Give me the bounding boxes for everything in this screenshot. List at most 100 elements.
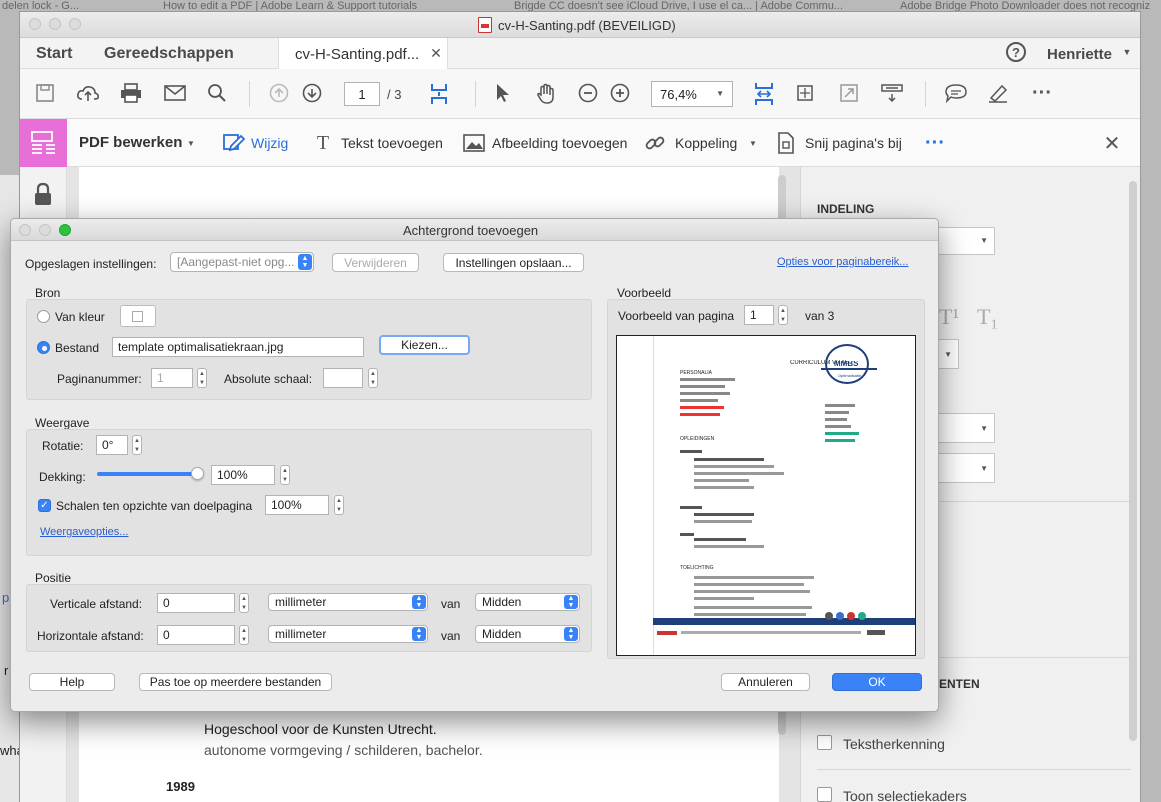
edit-button[interactable]: Wijzig bbox=[251, 135, 288, 151]
scale-relative-field[interactable]: 100% bbox=[265, 495, 329, 515]
horizontal-distance-stepper[interactable]: ▲ ▼ bbox=[239, 625, 249, 645]
chevron-down-icon[interactable]: ▼ bbox=[186, 138, 196, 148]
horizontal-distance-field[interactable]: 0 bbox=[157, 625, 235, 645]
vertical-unit-select[interactable]: millimeter ▲ ▼ bbox=[268, 593, 428, 611]
choose-file-button[interactable]: Kiezen... bbox=[379, 335, 470, 355]
rotation-stepper[interactable]: ▲ ▼ bbox=[132, 435, 142, 455]
browser-tab-3[interactable]: Brigde CC doesn't see iCloud Drive, I us… bbox=[514, 0, 854, 12]
add-text-icon: T bbox=[316, 131, 330, 154]
fit-page-icon[interactable] bbox=[428, 81, 450, 107]
help-icon[interactable]: ? bbox=[1006, 42, 1026, 62]
close-window-button[interactable] bbox=[29, 18, 41, 30]
upload-cloud-icon[interactable] bbox=[76, 82, 100, 104]
tab-document[interactable]: cv-H-Santing.pdf... ✕ bbox=[278, 38, 448, 69]
edit-pdf-title[interactable]: PDF bewerken bbox=[79, 134, 182, 151]
frames-checkbox[interactable] bbox=[817, 787, 832, 802]
apply-multiple-button[interactable]: Pas toe op meerdere bestanden bbox=[139, 673, 332, 691]
chevron-down-icon[interactable]: ▼ bbox=[748, 138, 758, 148]
page-number-input[interactable]: 1 bbox=[344, 82, 380, 106]
horizontal-unit-value: millimeter bbox=[275, 627, 327, 641]
ocr-checkbox[interactable] bbox=[817, 735, 832, 750]
opacity-slider-knob[interactable] bbox=[191, 467, 204, 480]
appearance-panel: Rotatie: 0° ▲ ▼ Dekking: 100% ▲ ▼ ✓ Schale… bbox=[26, 429, 592, 556]
browser-tab-4[interactable]: Adobe Bridge Photo Downloader does not r… bbox=[900, 0, 1161, 12]
page-number-stepper[interactable]: ▲ ▼ bbox=[197, 368, 207, 388]
comment-icon[interactable] bbox=[944, 82, 968, 104]
dialog-zoom-button[interactable] bbox=[59, 224, 71, 236]
rotation-field[interactable]: 0° bbox=[96, 435, 128, 455]
saved-settings-select[interactable]: [Aangepast-niet opg... ▲ ▼ bbox=[170, 252, 314, 272]
color-swatch[interactable] bbox=[120, 305, 156, 327]
panel-scrollbar[interactable] bbox=[1129, 181, 1137, 741]
preview-page-field[interactable]: 1 bbox=[744, 305, 774, 325]
opacity-field[interactable]: 100% bbox=[211, 465, 275, 485]
vertical-distance-field[interactable]: 0 bbox=[157, 593, 235, 613]
cancel-button[interactable]: Annuleren bbox=[721, 673, 810, 691]
more-options-icon[interactable]: ··· bbox=[1030, 82, 1054, 104]
subscript-icon[interactable]: T₁ bbox=[977, 304, 998, 330]
edit-text-icon[interactable] bbox=[222, 131, 246, 155]
browser-tab-1[interactable]: delen lock - G... bbox=[2, 0, 102, 12]
absolute-scale-stepper[interactable]: ▲ ▼ bbox=[368, 368, 378, 388]
crop-pages-button[interactable]: Snij pagina's bij bbox=[805, 135, 902, 151]
preview-page-stepper[interactable]: ▲ ▼ bbox=[778, 305, 788, 325]
rotate-view-icon[interactable] bbox=[794, 82, 816, 104]
close-edit-icon[interactable]: ✕ bbox=[1102, 133, 1122, 155]
file-radio[interactable] bbox=[37, 341, 50, 354]
page-range-link[interactable]: Opties voor paginabereik... bbox=[777, 256, 908, 268]
tab-start[interactable]: Start bbox=[36, 45, 72, 63]
vertical-distance-stepper[interactable]: ▲ ▼ bbox=[239, 593, 249, 613]
dialog-close-button[interactable] bbox=[19, 224, 31, 236]
file-path-input[interactable]: template optimalisatiekraan.jpg bbox=[112, 337, 364, 357]
previous-page-icon[interactable] bbox=[268, 82, 290, 104]
toolbar-divider bbox=[475, 81, 476, 107]
vertical-anchor-value: Midden bbox=[482, 595, 522, 609]
vertical-anchor-select[interactable]: Midden ▲ ▼ bbox=[475, 593, 580, 611]
horizontal-anchor-select[interactable]: Midden ▲ ▼ bbox=[475, 625, 580, 643]
ok-button[interactable]: OK bbox=[832, 673, 922, 691]
read-mode-icon[interactable] bbox=[880, 82, 904, 104]
page-number-field[interactable]: 1 bbox=[151, 368, 193, 388]
scale-relative-checkbox[interactable]: ✓ bbox=[38, 499, 51, 512]
more-edit-options-icon[interactable]: ··· bbox=[923, 133, 947, 153]
zoom-window-button[interactable] bbox=[69, 18, 81, 30]
print-icon[interactable] bbox=[119, 82, 143, 104]
user-menu[interactable]: Henriette bbox=[1047, 46, 1112, 63]
opacity-stepper[interactable]: ▲ ▼ bbox=[280, 465, 290, 485]
document-tab-label: cv-H-Santing.pdf... bbox=[295, 46, 420, 63]
close-tab-icon[interactable]: ✕ bbox=[429, 45, 443, 61]
edit-pdf-tool-icon[interactable] bbox=[20, 119, 67, 167]
zoom-out-icon[interactable] bbox=[577, 82, 599, 104]
mail-icon[interactable] bbox=[163, 82, 187, 104]
add-image-button[interactable]: Afbeelding toevoegen bbox=[492, 135, 627, 151]
superscript-icon[interactable]: T¹ bbox=[939, 304, 959, 330]
chevron-down-icon[interactable]: ▼ bbox=[1122, 47, 1132, 57]
scale-relative-stepper[interactable]: ▲ ▼ bbox=[334, 495, 344, 515]
opacity-slider[interactable] bbox=[97, 467, 204, 480]
save-settings-button[interactable]: Instellingen opslaan... bbox=[443, 253, 584, 272]
minimize-window-button[interactable] bbox=[49, 18, 61, 30]
delete-settings-button[interactable]: Verwijderen bbox=[332, 253, 419, 272]
add-text-button[interactable]: Tekst toevoegen bbox=[341, 135, 443, 151]
search-icon[interactable] bbox=[206, 82, 228, 104]
tab-tools[interactable]: Gereedschappen bbox=[104, 45, 234, 63]
hand-tool-icon[interactable] bbox=[534, 82, 558, 106]
scroll-mode-icon[interactable] bbox=[752, 80, 776, 108]
browser-tab-2[interactable]: How to edit a PDF | Adobe Learn & Suppor… bbox=[163, 0, 463, 12]
help-button[interactable]: Help bbox=[29, 673, 115, 691]
highlight-pen-icon[interactable] bbox=[986, 82, 1010, 104]
save-icon[interactable] bbox=[34, 82, 56, 104]
select-cursor-icon[interactable] bbox=[493, 82, 513, 104]
lock-icon[interactable] bbox=[33, 181, 53, 207]
appearance-options-link[interactable]: Weergaveopties... bbox=[40, 526, 128, 538]
from-color-radio[interactable] bbox=[37, 310, 50, 323]
horizontal-unit-select[interactable]: millimeter ▲ ▼ bbox=[268, 625, 428, 643]
full-screen-icon[interactable] bbox=[838, 82, 860, 104]
position-heading: Positie bbox=[35, 571, 72, 585]
link-button[interactable]: Koppeling bbox=[675, 135, 737, 151]
dialog-minimize-button[interactable] bbox=[39, 224, 51, 236]
zoom-in-icon[interactable] bbox=[609, 82, 631, 104]
absolute-scale-field[interactable] bbox=[323, 368, 363, 388]
zoom-level-select[interactable]: 76,4% ▼ bbox=[651, 81, 733, 107]
next-page-icon[interactable] bbox=[301, 82, 323, 104]
